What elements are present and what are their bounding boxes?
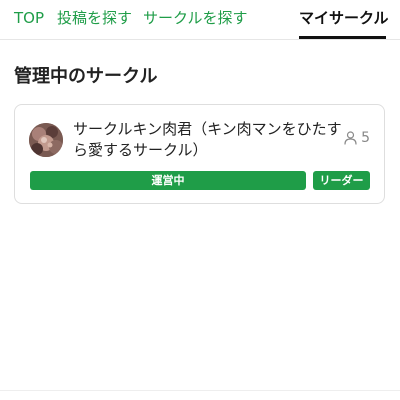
tab-my-circles[interactable]: マイサークル (299, 7, 389, 29)
tab-find-circles[interactable]: サークルを探す (143, 7, 248, 29)
page: TOP 投稿を探す サークルを探す マイサークル 管理中のサークル サークルキン… (0, 0, 400, 400)
status-badge: 運営中 (30, 171, 306, 190)
role-badge: リーダー (313, 171, 370, 190)
tab-bar: TOP 投稿を探す サークルを探す マイサークル (0, 0, 400, 40)
circle-card[interactable]: サークルキン肉君（キン肉マンをひたすら愛するサークル） 5 運営中 リーダー (14, 104, 385, 204)
divider (0, 390, 400, 391)
tab-top[interactable]: TOP (14, 7, 44, 29)
tab-find-posts[interactable]: 投稿を探す (57, 7, 132, 29)
circle-name: サークルキン肉君（キン肉マンをひたすら愛するサークル） (73, 120, 342, 159)
active-tab-indicator (299, 36, 386, 39)
member-count: 5 (344, 129, 370, 147)
person-icon (344, 131, 357, 145)
member-count-value: 5 (361, 130, 370, 146)
circle-thumbnail (29, 123, 63, 157)
section-title: 管理中のサークル (14, 66, 158, 87)
